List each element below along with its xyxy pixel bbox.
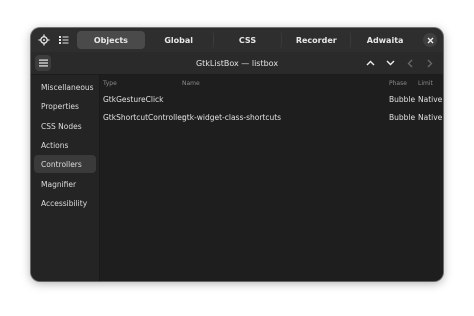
headerbar: Objects Global CSS Recorder Adwaita xyxy=(31,28,443,52)
sidebar-item-actions[interactable]: Actions xyxy=(34,136,96,154)
down-button[interactable] xyxy=(382,55,398,71)
list-tree-icon[interactable] xyxy=(55,31,73,49)
sidebar-item-css-nodes[interactable]: CSS Nodes xyxy=(34,117,96,135)
crosshair-icon[interactable] xyxy=(35,31,53,49)
sidebar-item-accessibility[interactable]: Accessibility xyxy=(34,194,96,212)
chevron-right-icon xyxy=(427,59,433,67)
tab-global[interactable]: Global xyxy=(145,31,214,49)
row-2-limit[interactable]: Native xyxy=(418,113,442,122)
close-button[interactable] xyxy=(423,33,437,47)
row-1-type[interactable]: GtkGestureClick xyxy=(103,95,164,104)
row-2-type[interactable]: GtkShortcutController xyxy=(103,113,185,122)
back-button[interactable] xyxy=(402,55,418,71)
column-header-name[interactable]: Name xyxy=(182,80,200,87)
row-1-limit[interactable]: Native xyxy=(418,95,442,104)
row-2-name[interactable]: gtk-widget-class-shortcuts xyxy=(182,113,281,122)
tab-adwaita[interactable]: Adwaita xyxy=(351,31,419,49)
chevron-left-icon xyxy=(407,59,413,67)
sidebar-item-controllers[interactable]: Controllers xyxy=(34,155,96,173)
sidebar-item-properties[interactable]: Properties xyxy=(34,97,96,115)
object-title: GtkListBox — listbox xyxy=(195,58,279,68)
column-header-type[interactable]: Type xyxy=(103,80,117,87)
controllers-table: Type Name Phase Limit GtkGestureClick Bu… xyxy=(100,75,443,281)
sidebar-item-miscellaneous[interactable]: Miscellaneous xyxy=(34,78,96,96)
column-header-phase[interactable]: Phase xyxy=(389,80,407,87)
forward-button[interactable] xyxy=(422,55,438,71)
sidebar-item-magnifier[interactable]: Magnifier xyxy=(34,175,96,193)
object-toolbar: GtkListBox — listbox xyxy=(31,52,443,75)
close-icon xyxy=(427,37,433,43)
sidebar: Miscellaneous Properties CSS Nodes Actio… xyxy=(31,75,100,281)
hamburger-menu-icon xyxy=(38,59,48,67)
chevron-down-icon xyxy=(386,60,394,66)
chevron-up-icon xyxy=(366,60,374,66)
view-switcher: Objects Global CSS Recorder Adwaita xyxy=(77,31,419,49)
menu-button[interactable] xyxy=(35,55,51,71)
row-1-phase[interactable]: Bubble xyxy=(389,95,415,104)
column-header-limit[interactable]: Limit xyxy=(418,80,433,87)
up-button[interactable] xyxy=(362,55,378,71)
inspector-window: Objects Global CSS Recorder Adwaita GtkL… xyxy=(31,28,443,281)
tab-recorder[interactable]: Recorder xyxy=(282,31,352,49)
tab-objects[interactable]: Objects xyxy=(77,31,145,49)
row-2-phase[interactable]: Bubble xyxy=(389,113,415,122)
tab-css[interactable]: CSS xyxy=(214,31,283,49)
